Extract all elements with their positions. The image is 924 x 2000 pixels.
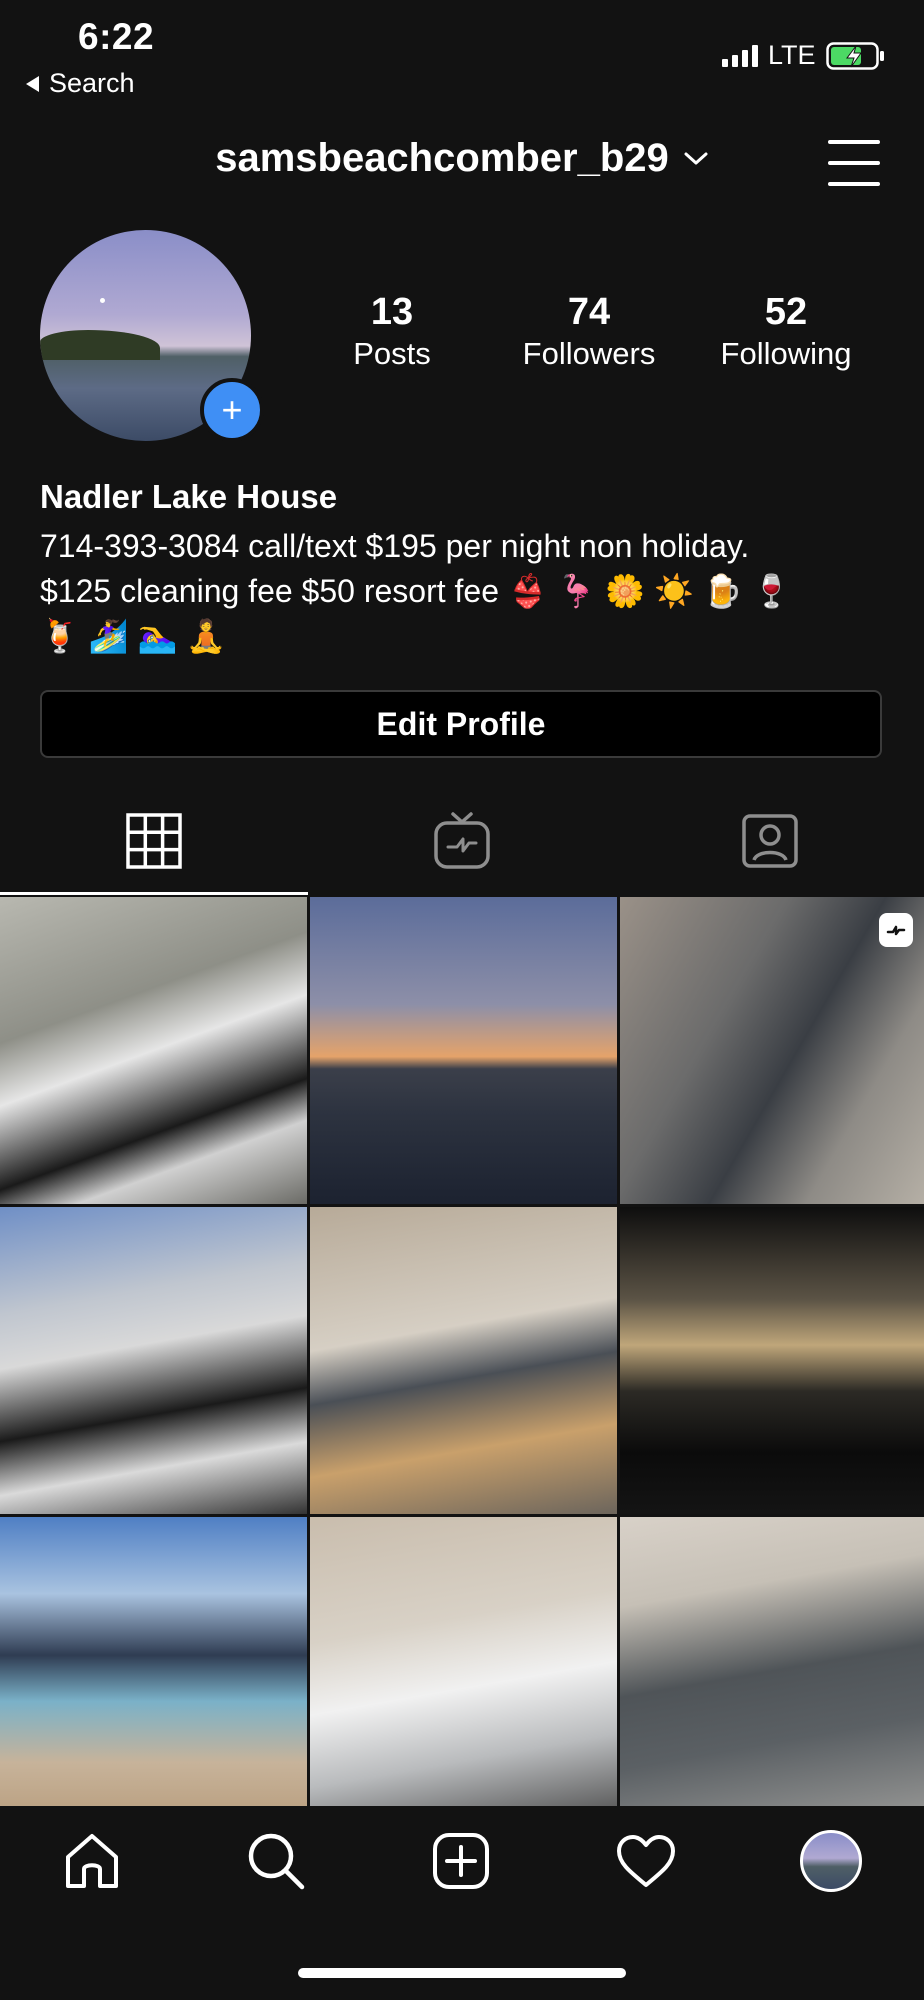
- tagged-icon: [742, 814, 798, 868]
- profile-avatar-thumb: [800, 1830, 862, 1892]
- signal-icon: [722, 44, 758, 67]
- tab-grid[interactable]: [119, 806, 189, 876]
- post-thumbnail-night-porch[interactable]: [620, 1207, 924, 1514]
- nav-new-post[interactable]: [426, 1826, 496, 1896]
- igtv-badge-icon: [879, 913, 913, 947]
- menu-icon[interactable]: [828, 140, 880, 186]
- network-type: LTE: [768, 40, 816, 70]
- back-arrow-icon: [26, 75, 39, 92]
- edit-profile-button[interactable]: Edit Profile: [40, 690, 882, 758]
- post-thumbnail-gray-sectional[interactable]: [620, 1517, 924, 1824]
- battery-icon: [825, 41, 884, 70]
- post-thumbnail-lake-sunset[interactable]: [310, 897, 617, 1204]
- following-label: Following: [720, 335, 852, 371]
- bio-line: 714-393-3084 call/text $195 per night no…: [40, 528, 750, 564]
- active-tab-indicator: [0, 892, 308, 895]
- bio-line: $125 cleaning fee $50 resort fee 👙 🦩 🌼 ☀…: [40, 573, 792, 609]
- post-thumbnail-patio-table[interactable]: [0, 897, 307, 1204]
- bio-text: 714-393-3084 call/text $195 per night no…: [40, 524, 890, 659]
- post-thumbnail-palm-beach[interactable]: [0, 1517, 307, 1824]
- nav-profile[interactable]: [796, 1826, 866, 1896]
- account-switcher[interactable]: samsbeachcomber_b29: [0, 136, 924, 181]
- following-value: 52: [764, 291, 808, 333]
- home-indicator[interactable]: [298, 1968, 626, 1978]
- posts-value: 13: [370, 291, 414, 333]
- home-icon: [66, 1834, 118, 1888]
- post-thumbnail-living-room[interactable]: [310, 1207, 617, 1514]
- igtv-icon: [434, 812, 490, 869]
- followers-count[interactable]: 74 Followers: [489, 291, 689, 374]
- bio-line: 🍹 🏄‍♀️ 🏊‍♀️ 🧘: [40, 618, 227, 654]
- following-count[interactable]: 52 Following: [686, 291, 886, 374]
- tab-tagged[interactable]: [735, 806, 805, 876]
- tab-igtv[interactable]: [427, 806, 497, 876]
- nav-search[interactable]: [241, 1826, 311, 1896]
- bio-name: Nadler Lake House: [40, 478, 338, 515]
- add-story-plus-icon[interactable]: +: [200, 378, 264, 442]
- post-thumbnail-patio-dining[interactable]: [0, 1207, 307, 1514]
- posts-label: Posts: [353, 335, 431, 371]
- followers-value: 74: [567, 291, 611, 333]
- posts-grid: [0, 897, 924, 1824]
- post-thumbnail-sectional-sofa[interactable]: [620, 897, 924, 1204]
- heart-icon: [617, 1835, 675, 1887]
- search-icon: [248, 1833, 305, 1890]
- back-label: Search: [49, 68, 135, 98]
- nav-home[interactable]: [57, 1826, 127, 1896]
- profile-username: samsbeachcomber_b29: [215, 136, 669, 180]
- status-indicators: LTE: [722, 40, 886, 71]
- nav-activity[interactable]: [611, 1826, 681, 1896]
- followers-label: Followers: [522, 335, 656, 371]
- post-thumbnail-bedroom[interactable]: [310, 1517, 617, 1824]
- back-to-search[interactable]: Search: [26, 68, 135, 99]
- grid-icon: [126, 813, 182, 869]
- chevron-down-icon: [684, 152, 708, 164]
- new-post-icon: [433, 1833, 489, 1889]
- posts-count: 13 Posts: [292, 291, 492, 374]
- status-time: 6:22: [78, 16, 155, 57]
